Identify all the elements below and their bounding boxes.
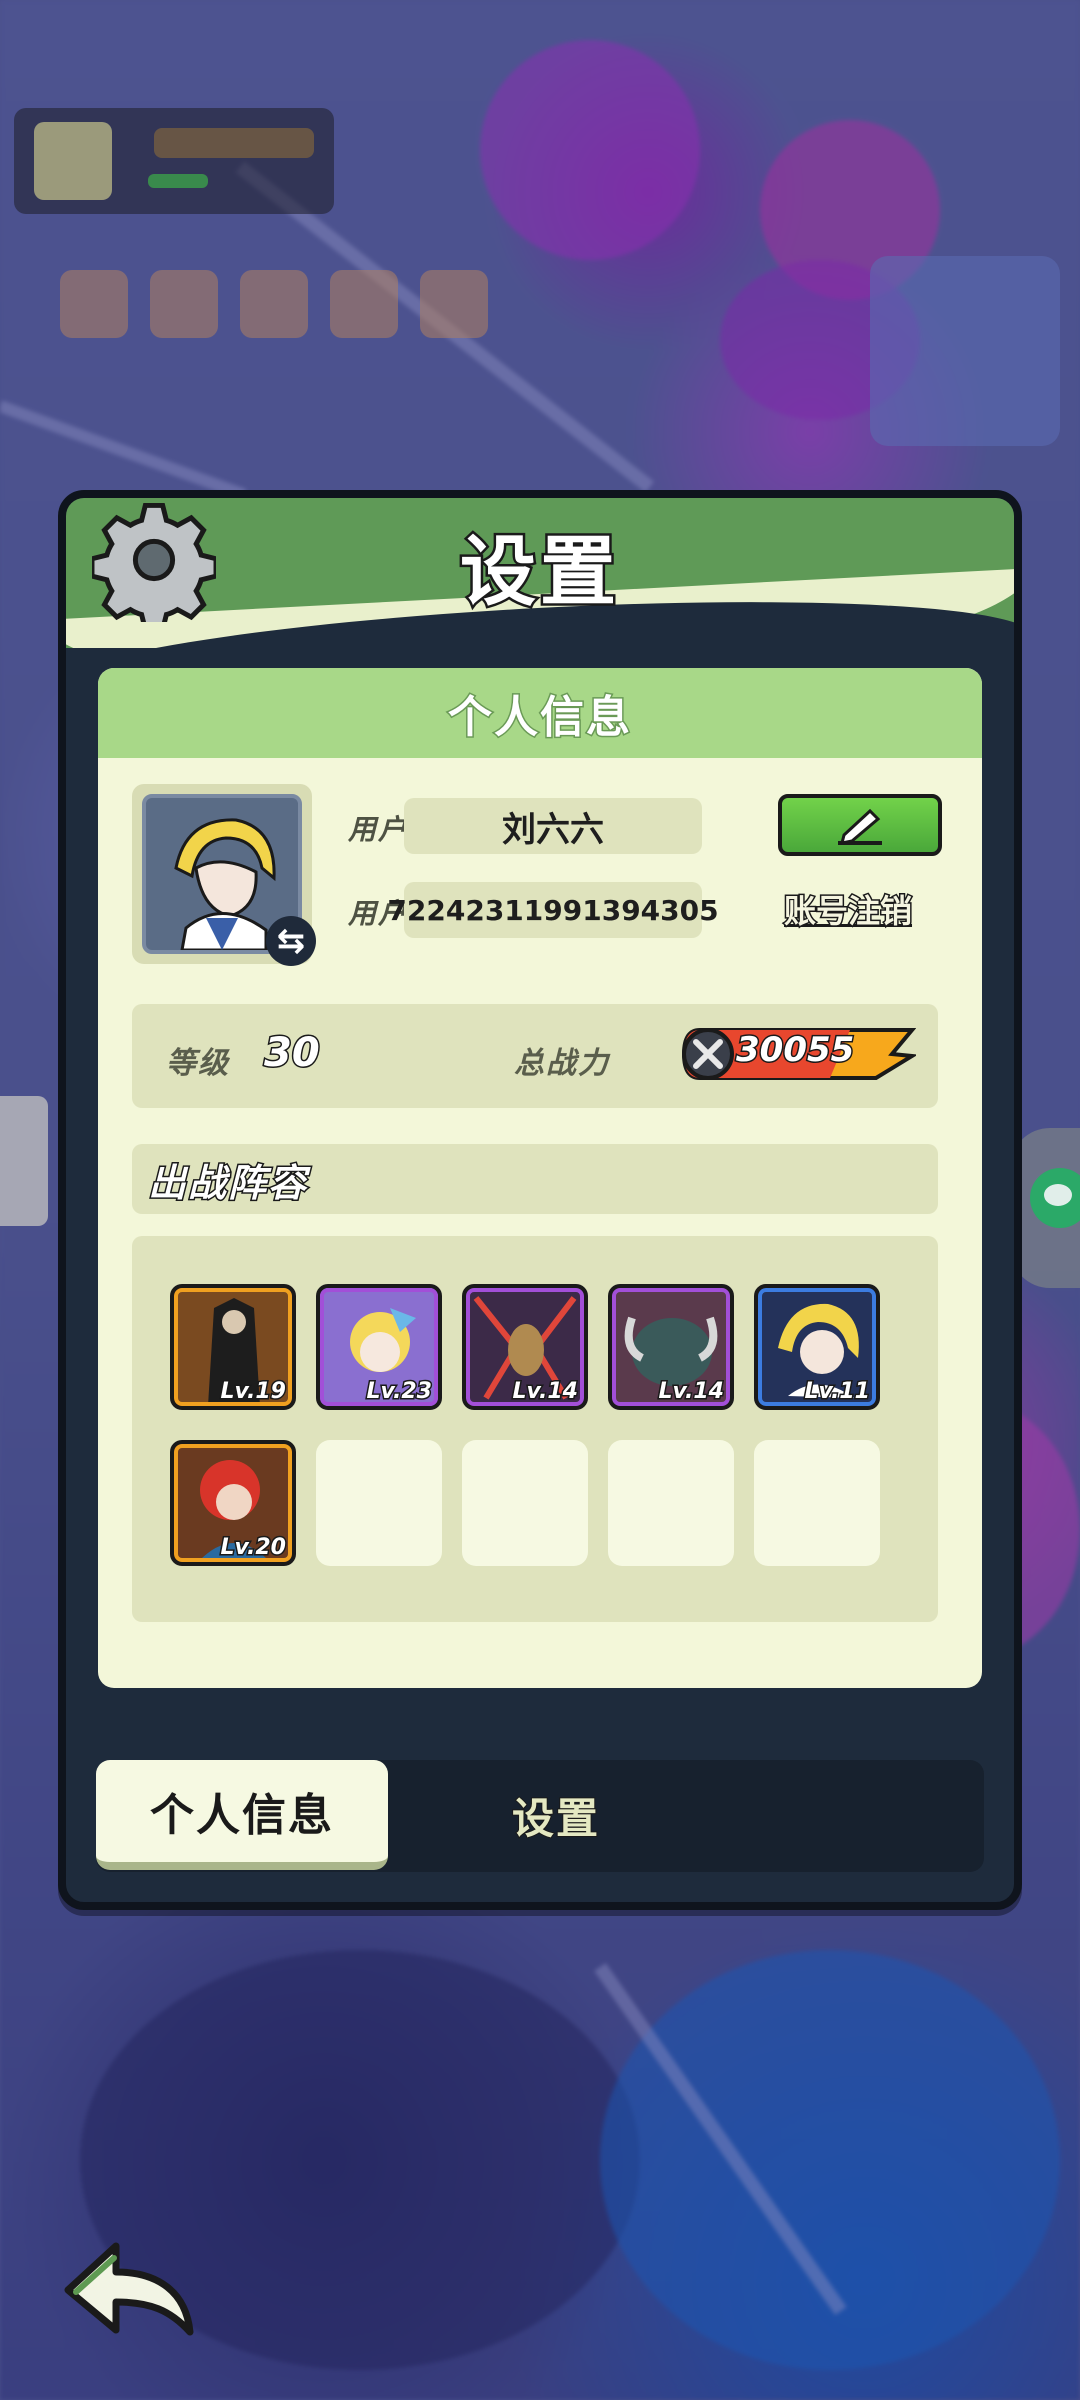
avatar-frame[interactable]: ⇆	[132, 784, 316, 966]
hero-level: Lv.14	[657, 1378, 726, 1406]
back-arrow-icon	[64, 2242, 194, 2336]
empty-hero-slot[interactable]	[462, 1440, 588, 1566]
user-id-value: 72242311991394305	[387, 882, 719, 938]
power-label: 总战力	[514, 1046, 610, 1081]
player-avatar-thumb	[34, 122, 112, 200]
hero-level: Lv.11	[803, 1378, 872, 1406]
hero-thumb	[150, 270, 218, 338]
player-hud	[14, 108, 334, 214]
hero-slot-4[interactable]: Lv.14	[608, 1284, 734, 1410]
nickname-value: 刘六六	[404, 798, 702, 854]
hero-thumb	[240, 270, 308, 338]
swap-avatar-icon[interactable]: ⇆	[266, 916, 316, 966]
profile-panel: 个人信息 ⇆ 用户昵称 刘六六 用户 ID 722423119913943	[98, 668, 982, 1688]
settings-dialog: 设置 个人信息 ⇆ 用户昵称 刘六六 用户 ID	[58, 490, 1022, 1910]
wechat-icon	[1030, 1168, 1080, 1228]
lineup-title: 出战阵容	[146, 1159, 309, 1206]
lineup-header: 出战阵容	[132, 1144, 938, 1214]
hero-level: Lv.19	[219, 1378, 288, 1406]
dialog-tabs: 个人信息 设置	[96, 1760, 984, 1872]
hero-slot-2[interactable]: Lv.23	[316, 1284, 442, 1410]
minimap	[870, 256, 1060, 446]
empty-hero-slot[interactable]	[754, 1440, 880, 1566]
cancel-account-link[interactable]: 账号注销	[782, 886, 913, 932]
lineup-grid: Lv.19 Lv.23 Lv.14 Lv.14 Lv.11 Lv.20	[132, 1236, 938, 1622]
tab-profile[interactable]: 个人信息	[96, 1760, 388, 1870]
power-value: 30055	[734, 1029, 855, 1072]
exp-bar	[148, 174, 208, 188]
panel-title: 个人信息	[447, 691, 632, 745]
hero-slot-6[interactable]: Lv.20	[170, 1440, 296, 1566]
level-label: 等级	[166, 1046, 230, 1081]
hero-icons-row	[60, 270, 488, 338]
hero-level: Lv.14	[511, 1378, 580, 1406]
pencil-icon	[838, 808, 882, 845]
hero-level: Lv.20	[219, 1534, 288, 1562]
back-button[interactable]	[58, 2232, 198, 2342]
level-value: 30	[263, 1029, 322, 1078]
hero-thumb	[330, 270, 398, 338]
hero-thumb	[60, 270, 128, 338]
edit-nickname-button[interactable]	[778, 794, 942, 856]
hero-level: Lv.23	[365, 1378, 434, 1406]
tab-settings[interactable]: 设置	[456, 1780, 656, 1850]
empty-hero-slot[interactable]	[608, 1440, 734, 1566]
side-menu-tab	[0, 1096, 48, 1226]
dialog-title: 设置	[458, 525, 620, 619]
hero-slot-1[interactable]: Lv.19	[170, 1284, 296, 1410]
hero-slot-5[interactable]: Lv.11	[754, 1284, 880, 1410]
resource-bar	[154, 128, 314, 158]
hero-thumb	[420, 270, 488, 338]
tab-profile-label: 个人信息	[150, 1790, 334, 1841]
stats-row: 等级 30 总战力 30055	[132, 1004, 938, 1108]
power-badge: 30055	[680, 1026, 916, 1082]
hero-slot-3[interactable]: Lv.14	[462, 1284, 588, 1410]
empty-hero-slot[interactable]	[316, 1440, 442, 1566]
panel-header: 个人信息	[98, 668, 982, 758]
tab-settings-label: 设置	[511, 1793, 600, 1844]
